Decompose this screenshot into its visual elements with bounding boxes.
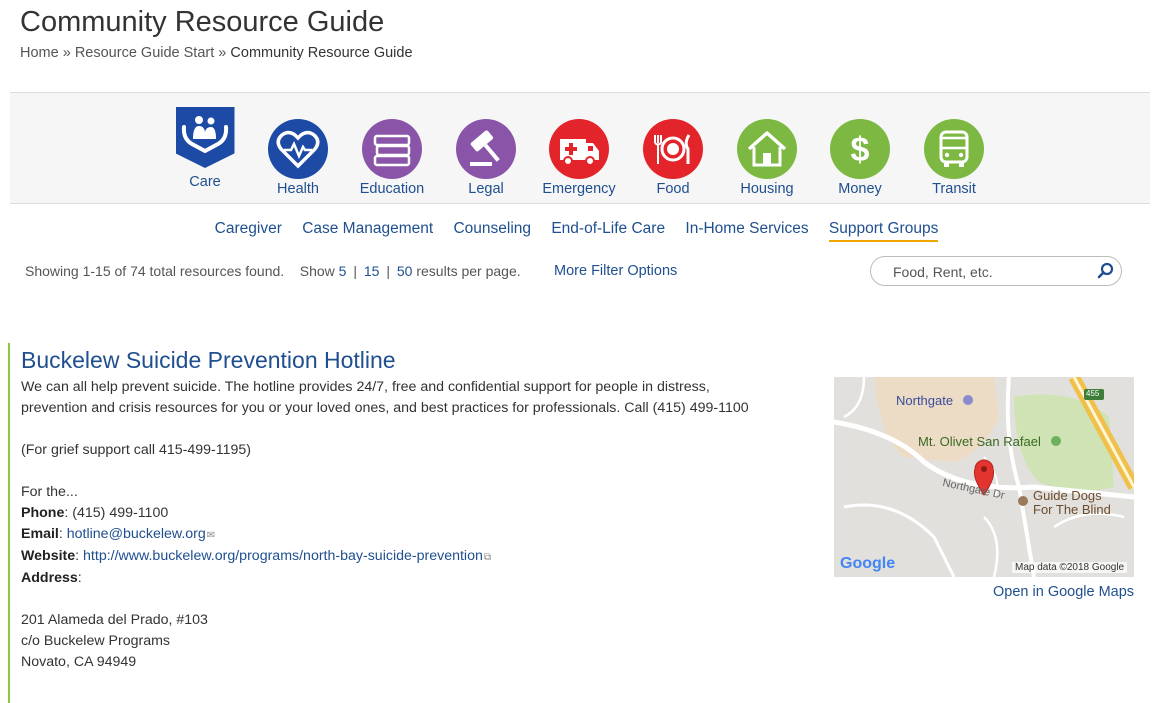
map-label-guide-dogs-2: For The Blind bbox=[1033, 502, 1111, 517]
breadcrumb-separator: » bbox=[218, 45, 227, 61]
email-link[interactable]: hotline@buckelew.org bbox=[67, 526, 206, 542]
address-row: Address: bbox=[21, 570, 82, 586]
subcategory-in-home-services[interactable]: In-Home Services bbox=[685, 220, 808, 240]
breadcrumb-start-link[interactable]: Resource Guide Start bbox=[75, 45, 214, 61]
heart-pulse-icon bbox=[268, 119, 328, 179]
category-education[interactable]: Education bbox=[347, 93, 437, 197]
map-label-guide-dogs: Guide Dogs bbox=[1033, 488, 1102, 503]
website-link[interactable]: http://www.buckelew.org/programs/north-b… bbox=[83, 548, 483, 564]
address-line-3: Novato, CA 94949 bbox=[21, 654, 137, 670]
care-hands-icon bbox=[175, 107, 235, 168]
category-legal[interactable]: Legal bbox=[441, 93, 531, 197]
search-input[interactable] bbox=[891, 263, 1095, 281]
category-transit[interactable]: Transit bbox=[909, 93, 999, 197]
mail-icon: ✉ bbox=[206, 530, 216, 541]
category-label: Education bbox=[359, 181, 425, 197]
category-health[interactable]: Health bbox=[253, 93, 343, 197]
address-line-2: c/o Buckelew Programs bbox=[21, 633, 171, 649]
subcategory-nav: Caregiver Case Management Counseling End… bbox=[0, 220, 1153, 242]
map-label-northgate: Northgate bbox=[896, 393, 954, 408]
phone-value: (415) 499-1100 bbox=[72, 505, 169, 521]
subcategory-caregiver[interactable]: Caregiver bbox=[215, 220, 282, 240]
per-page-5[interactable]: 5 bbox=[339, 263, 347, 279]
category-housing[interactable]: Housing bbox=[722, 93, 812, 197]
svg-text:$: $ bbox=[851, 131, 870, 169]
listing-description: We can all help prevent suicide. The hot… bbox=[21, 379, 749, 416]
results-summary-bar: Showing 1-15 of 74 total resources found… bbox=[25, 263, 521, 279]
address-label: Address bbox=[21, 570, 78, 586]
grief-support-note: (For grief support call 415-499-1195) bbox=[21, 442, 252, 458]
address-line-1: 201 Alameda del Prado, #103 bbox=[21, 612, 208, 628]
category-food[interactable]: Food bbox=[628, 93, 718, 197]
category-label: Food bbox=[656, 181, 690, 197]
category-label: Emergency bbox=[542, 181, 616, 197]
breadcrumb: Home » Resource Guide Start » Community … bbox=[20, 45, 413, 61]
plate-utensils-icon bbox=[643, 119, 703, 179]
gavel-icon bbox=[456, 119, 516, 179]
more-filter-options-link[interactable]: More Filter Options bbox=[554, 263, 677, 279]
category-label: Health bbox=[277, 181, 319, 197]
house-icon bbox=[737, 119, 797, 179]
per-page-15[interactable]: 15 bbox=[364, 263, 380, 279]
ambulance-icon bbox=[549, 119, 609, 179]
category-bar: Care Health Education Legal Emergency Fo… bbox=[10, 92, 1150, 204]
phone-label: Phone bbox=[21, 505, 65, 521]
map-label-mt-olivet: Mt. Olivet San Rafael bbox=[918, 434, 1041, 449]
search-icon[interactable] bbox=[1097, 262, 1115, 285]
phone-row: Phone: (415) 499-1100 bbox=[21, 505, 169, 521]
email-label: Email bbox=[21, 526, 59, 542]
breadcrumb-home-link[interactable]: Home bbox=[20, 45, 59, 61]
website-row: Website: http://www.buckelew.org/program… bbox=[21, 548, 491, 564]
category-label: Transit bbox=[932, 181, 976, 197]
listing-details: We can all help prevent suicide. The hot… bbox=[21, 377, 751, 673]
category-emergency[interactable]: Emergency bbox=[534, 93, 624, 197]
open-in-google-maps-link[interactable]: Open in Google Maps bbox=[993, 584, 1134, 600]
category-label: Money bbox=[838, 181, 882, 197]
subcategory-support-groups[interactable]: Support Groups bbox=[828, 220, 939, 242]
dollar-icon: $ bbox=[830, 119, 890, 179]
map-highway-shield: 455 bbox=[1086, 389, 1100, 398]
category-money[interactable]: $ Money bbox=[815, 93, 905, 197]
website-label: Website bbox=[21, 548, 76, 564]
per-page-suffix: results per page. bbox=[416, 263, 521, 279]
results-count: Showing 1-15 of 74 total resources found… bbox=[25, 263, 285, 279]
email-row: Email: hotline@buckelew.org✉ bbox=[21, 526, 216, 542]
external-link-icon: ⧉ bbox=[483, 552, 491, 563]
breadcrumb-current: Community Resource Guide bbox=[230, 45, 413, 61]
search-box bbox=[870, 256, 1122, 286]
category-label: Housing bbox=[740, 181, 794, 197]
per-page-50[interactable]: 50 bbox=[397, 263, 413, 279]
per-page-divider: | bbox=[386, 263, 390, 279]
subcategory-counseling[interactable]: Counseling bbox=[453, 220, 531, 240]
page-title: Community Resource Guide bbox=[20, 6, 385, 38]
bus-icon bbox=[924, 119, 984, 179]
for-the-text: For the... bbox=[21, 484, 78, 500]
breadcrumb-separator: » bbox=[62, 45, 71, 61]
listing-title[interactable]: Buckelew Suicide Prevention Hotline bbox=[21, 347, 396, 374]
category-label: Care bbox=[189, 174, 221, 190]
subcategory-case-management[interactable]: Case Management bbox=[302, 220, 433, 240]
subcategory-end-of-life-care[interactable]: End-of-Life Care bbox=[551, 220, 665, 240]
location-map[interactable]: Northgate Mt. Olivet San Rafael Northgat… bbox=[834, 377, 1134, 577]
resource-listing: Buckelew Suicide Prevention Hotline We c… bbox=[8, 343, 1150, 703]
category-label: Legal bbox=[468, 181, 504, 197]
books-icon bbox=[362, 119, 422, 179]
per-page-divider: | bbox=[353, 263, 357, 279]
category-care[interactable]: Care bbox=[160, 93, 250, 190]
map-attribution: Map data ©2018 Google bbox=[1012, 562, 1128, 573]
per-page-label: Show bbox=[299, 263, 335, 279]
google-logo: Google bbox=[840, 555, 896, 572]
